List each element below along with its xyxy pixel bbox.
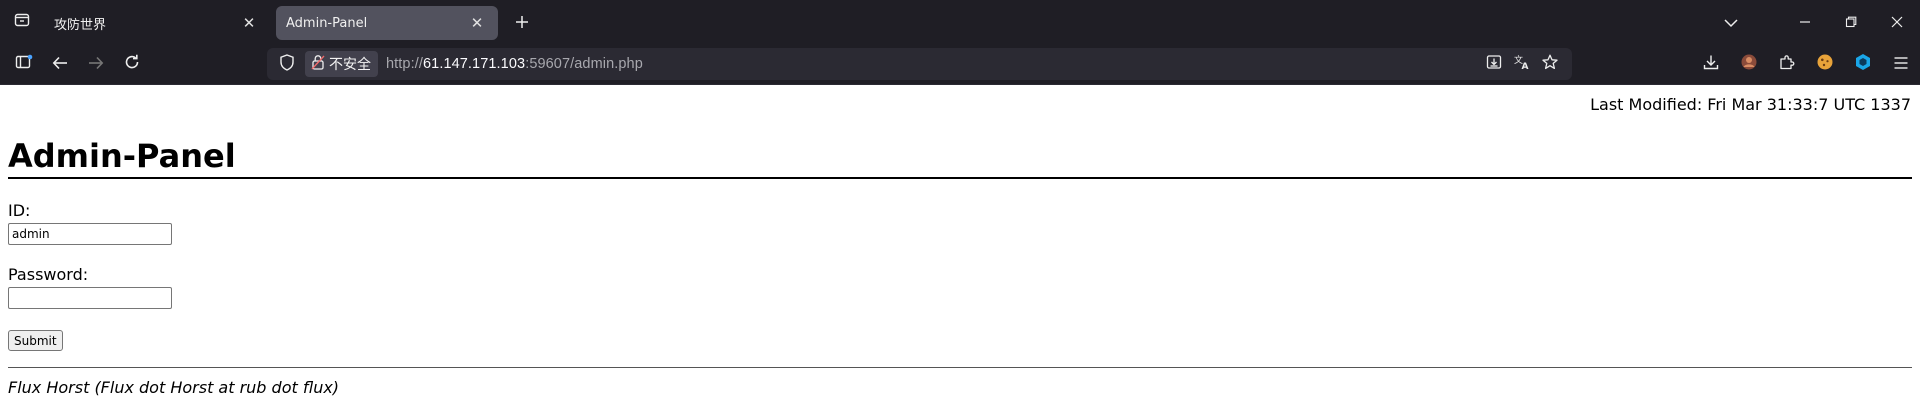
minimize-icon — [1799, 13, 1811, 32]
page-content: Last Modified: Fri Mar 31:33:7 UTC 1337 … — [0, 85, 1920, 417]
star-icon — [1542, 54, 1558, 74]
close-icon[interactable]: ✕ — [468, 14, 486, 32]
password-field[interactable] — [8, 287, 172, 309]
download-to-icon — [1486, 54, 1502, 74]
insecure-label: 不安全 — [329, 57, 371, 73]
back-button[interactable] — [42, 48, 78, 80]
reload-icon — [124, 54, 140, 74]
svg-text:A: A — [1521, 62, 1528, 70]
application-menu-button[interactable] — [1882, 48, 1920, 80]
sidebar-toggle-button[interactable] — [6, 48, 42, 80]
reload-button[interactable] — [114, 48, 150, 80]
navigation-toolbar: 不安全 http://61.147.171.103:59607/admin.ph… — [0, 44, 1920, 85]
hamburger-menu-icon — [1893, 55, 1909, 74]
address-bar-actions: 文A — [1480, 48, 1564, 80]
save-page-button[interactable] — [1480, 50, 1508, 78]
plus-icon — [515, 10, 529, 35]
extension-button-2[interactable] — [1806, 48, 1844, 80]
hexagon-extension-icon — [1854, 53, 1872, 75]
url-text[interactable]: http://61.147.171.103:59607/admin.php — [386, 56, 643, 72]
extension-button-1[interactable] — [1730, 48, 1768, 80]
window-controls — [1708, 0, 1920, 44]
broken-lock-icon — [311, 54, 329, 74]
tab-admin-panel[interactable]: Admin-Panel ✕ — [276, 6, 498, 40]
download-icon — [1703, 54, 1719, 74]
tab-gongfang[interactable]: 攻防世界 ✕ — [44, 6, 270, 40]
submit-button[interactable]: Submit — [8, 330, 63, 351]
page-title: Admin-Panel — [8, 137, 236, 175]
insecure-connection-badge[interactable]: 不安全 — [305, 51, 378, 77]
id-label: ID: — [8, 201, 31, 220]
new-tab-button[interactable] — [506, 6, 538, 38]
extensions-button[interactable] — [1768, 48, 1806, 80]
tab-strip: 攻防世界 ✕ Admin-Panel ✕ — [0, 0, 1920, 44]
forward-arrow-icon — [88, 55, 104, 74]
close-icon — [1891, 13, 1903, 32]
translate-icon: 文A — [1514, 54, 1531, 74]
last-modified-text: Last Modified: Fri Mar 31:33:7 UTC 1337 — [1590, 95, 1911, 114]
shield-icon — [279, 53, 295, 75]
url-rest: :59607/admin.php — [525, 56, 643, 72]
close-icon[interactable]: ✕ — [240, 14, 258, 32]
tab-list-button[interactable] — [0, 0, 44, 44]
close-window-button[interactable] — [1874, 0, 1920, 44]
title-divider — [8, 177, 1912, 179]
bookmark-button[interactable] — [1536, 50, 1564, 78]
sidebar-icon — [15, 54, 33, 74]
list-all-tabs-button[interactable] — [1708, 0, 1754, 44]
extension-avatar-icon — [1740, 53, 1758, 75]
tab-overview-icon — [14, 12, 30, 32]
id-field[interactable] — [8, 223, 172, 245]
restore-icon — [1845, 13, 1857, 32]
footer-address: Flux Horst (Flux dot Horst at rub dot fl… — [8, 378, 340, 397]
tracking-protection-button[interactable] — [273, 50, 301, 78]
browser-chrome: 攻防世界 ✕ Admin-Panel ✕ 不安全 http://61.147.1… — [0, 0, 1920, 85]
forward-button[interactable] — [78, 48, 114, 80]
translate-button[interactable]: 文A — [1508, 50, 1536, 78]
restore-button[interactable] — [1828, 0, 1874, 44]
tab-label: 攻防世界 — [54, 17, 107, 33]
password-label: Password: — [8, 265, 89, 284]
url-prefix: http:// — [386, 56, 423, 72]
tab-label: Admin-Panel — [286, 15, 368, 31]
chevron-down-icon — [1724, 13, 1738, 32]
puzzle-icon — [1779, 54, 1795, 74]
url-host: 61.147.171.103 — [422, 56, 526, 72]
extension-button-3[interactable] — [1844, 48, 1882, 80]
address-bar[interactable]: 不安全 http://61.147.171.103:59607/admin.ph… — [267, 48, 1572, 80]
back-arrow-icon — [52, 55, 68, 74]
footer-divider — [8, 367, 1912, 368]
toolbar-right — [1692, 48, 1920, 80]
downloads-button[interactable] — [1692, 48, 1730, 80]
cookie-icon — [1816, 53, 1834, 75]
minimize-button[interactable] — [1782, 0, 1828, 44]
